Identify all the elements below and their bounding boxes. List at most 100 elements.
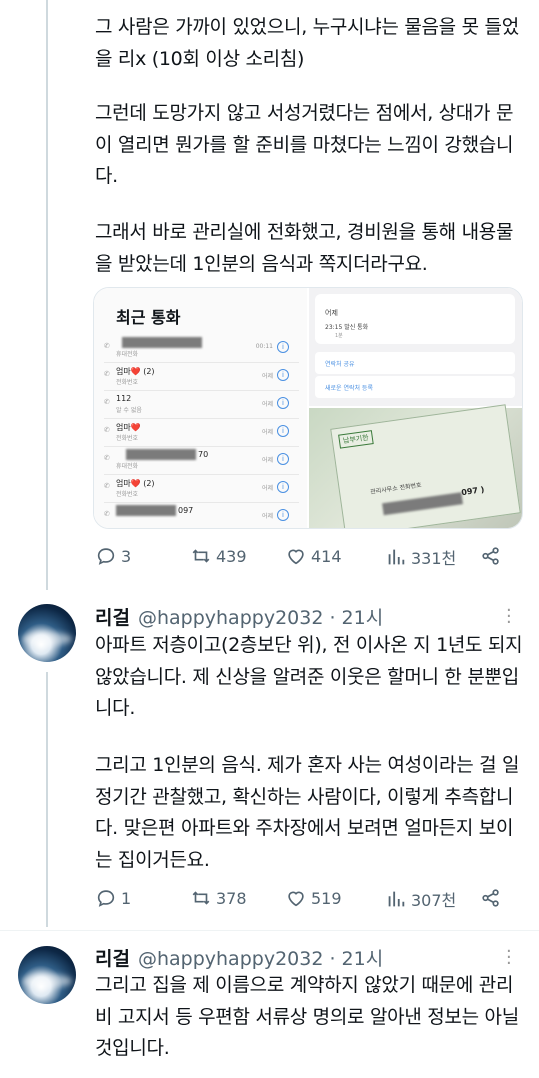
new-contact-label: 새로운 연락처 등록 — [325, 385, 373, 392]
call-subtitle: 휴대전화 — [116, 463, 139, 470]
retweet-count: 378 — [216, 888, 247, 908]
note-photo[interactable]: 납부기한 관리사무소 전화번호 097 ) — [309, 404, 522, 528]
call-row[interactable]: ✆ 70 휴대전화 어제 i — [104, 446, 299, 475]
new-contact-item[interactable]: 새로운 연락처 등록 — [315, 376, 515, 398]
call-subtitle: 알 수 없음 — [116, 407, 142, 414]
more-icon[interactable]: · · · — [506, 943, 512, 973]
like-count: 414 — [311, 546, 342, 566]
share-button[interactable] — [480, 545, 502, 567]
info-icon[interactable]: i — [277, 425, 289, 437]
call-detail-screenshot[interactable]: 어제 23:15 발신 통화 1분 연락처 공유 새로운 연락처 등록 — [309, 288, 522, 406]
reply-icon — [97, 890, 115, 907]
phone-icon: ✆ — [104, 370, 110, 378]
more-icon[interactable]: · · · — [506, 602, 512, 632]
call-subtitle: 전화번호 — [116, 435, 139, 442]
note-number: 097 ) — [460, 485, 485, 498]
note-paper: 납부기한 관리사무소 전화번호 097 ) — [330, 404, 521, 528]
phone-icon: ✆ — [104, 342, 110, 350]
redaction-bar — [116, 505, 176, 516]
call-name: 70 — [198, 450, 209, 459]
call-name: 엄마❤️ (2) — [116, 479, 155, 488]
reply-button[interactable]: 1 — [95, 887, 131, 909]
call-time: 00:11 — [255, 343, 273, 350]
tweet2-actions: 1 378 519 307천 — [95, 887, 505, 917]
call-time: 어제 — [261, 513, 273, 520]
share-button[interactable] — [480, 887, 502, 909]
info-icon[interactable]: i — [277, 453, 289, 465]
recent-calls-screenshot[interactable]: 최근 통화 ✆ 휴대전화 00:11 i ✆ 엄마❤️ (2) 전화번호 어제 i ✆ 112 알 수… — [94, 288, 309, 528]
display-name[interactable]: 리걸 — [95, 607, 130, 629]
tweet1-paragraph-1: 그 사람은 가까이 있었으니, 누구시냐는 물음을 못 들었을 리x (10회 … — [95, 16, 519, 70]
retweet-button[interactable]: 439 — [190, 545, 247, 567]
info-icon[interactable]: i — [277, 509, 289, 521]
call-subtitle: 휴대전화 — [116, 351, 139, 358]
like-button[interactable]: 519 — [285, 887, 342, 909]
share-icon — [482, 547, 499, 565]
views-button[interactable]: 331천 — [385, 545, 456, 569]
thread-line-mid — [46, 672, 48, 927]
phone-icon: ✆ — [104, 482, 110, 490]
avatar[interactable] — [18, 604, 76, 662]
call-time: 어제 — [261, 401, 273, 408]
share-contact-item[interactable]: 연락처 공유 — [315, 352, 515, 374]
reply-icon — [97, 548, 115, 565]
info-icon[interactable]: i — [277, 397, 289, 409]
handle-time[interactable]: @happyhappy2032 · 21시 — [138, 607, 383, 629]
thread-line-top — [46, 0, 48, 590]
views-count: 307천 — [411, 891, 457, 910]
tweet3-header: 리걸 @happyhappy2032 · 21시 — [95, 944, 383, 971]
call-name: 엄마❤️ (2) — [116, 367, 155, 376]
tweet-divider — [0, 930, 539, 931]
reply-count: 1 — [121, 888, 132, 908]
retweet-count: 439 — [216, 546, 247, 566]
call-row[interactable]: ✆ 휴대전화 00:11 i — [104, 334, 299, 363]
detail-time: 23:15 발신 통화 — [325, 324, 369, 331]
reply-count: 3 — [121, 546, 132, 566]
phone-icon: ✆ — [104, 510, 110, 518]
detail-day: 어제 — [325, 309, 338, 317]
display-name[interactable]: 리걸 — [95, 948, 130, 970]
views-icon — [388, 549, 405, 565]
like-count: 519 — [311, 888, 342, 908]
heart-icon — [288, 891, 304, 907]
call-name: 112 — [116, 394, 132, 403]
call-time: 어제 — [261, 485, 273, 492]
handle-time[interactable]: @happyhappy2032 · 21시 — [138, 948, 383, 970]
views-icon — [388, 891, 405, 907]
note-label: 납부기한 — [338, 430, 374, 449]
call-row[interactable]: ✆ 엄마❤️ (2) 전화번호 어제 i — [104, 474, 299, 503]
call-name: 097 — [178, 506, 194, 515]
views-button[interactable]: 307천 — [385, 887, 456, 911]
call-time: 어제 — [261, 373, 273, 380]
retweet-icon — [192, 549, 210, 563]
note-redaction — [382, 492, 463, 516]
info-icon[interactable]: i — [277, 341, 289, 353]
tweet2-header: 리걸 @happyhappy2032 · 21시 — [95, 603, 383, 630]
phone-icon: ✆ — [104, 398, 110, 406]
reply-button[interactable]: 3 — [95, 545, 131, 567]
tweet1-media-grid[interactable]: 최근 통화 ✆ 휴대전화 00:11 i ✆ 엄마❤️ (2) 전화번호 어제 i ✆ 112 알 수… — [93, 287, 523, 529]
like-button[interactable]: 414 — [285, 545, 342, 567]
tweet1-actions: 3 439 414 331천 — [95, 545, 505, 575]
call-time: 어제 — [261, 429, 273, 436]
call-row[interactable]: ✆ 엄마❤️ 전화번호 어제 i — [104, 418, 299, 447]
phone-icon: ✆ — [104, 454, 110, 462]
retweet-button[interactable]: 378 — [190, 887, 247, 909]
redaction-bar — [122, 337, 202, 348]
tweet1-paragraph-3: 그래서 바로 관리실에 전화했고, 경비원을 통해 내용물을 받았는데 1인분의… — [95, 221, 514, 275]
heart-icon — [288, 549, 304, 565]
tweet1-paragraph-2: 그런데 도망가지 않고 서성거렸다는 점에서, 상대가 문이 열리면 뭔가를 할… — [95, 102, 514, 187]
call-row[interactable]: ✆ 엄마❤️ (2) 전화번호 어제 i — [104, 362, 299, 391]
tweet2-paragraph-2: 그리고 1인분의 음식. 제가 혼자 사는 여성이라는 걸 일정기간 관찰했고,… — [95, 754, 520, 871]
tweet3-paragraph-1: 그리고 집을 제 이름으로 계약하지 않았기 때문에 관리비 고지서 등 우편함… — [95, 974, 519, 1059]
recent-calls-title: 최근 통화 — [116, 308, 181, 327]
info-icon[interactable]: i — [277, 369, 289, 381]
call-row[interactable]: ✆ 112 알 수 없음 어제 i — [104, 390, 299, 419]
detail-duration: 1분 — [335, 333, 343, 339]
call-row[interactable]: ✆ 097 어제 i — [104, 502, 299, 528]
call-detail-card: 어제 23:15 발신 통화 1분 — [315, 294, 515, 344]
info-icon[interactable]: i — [277, 481, 289, 493]
call-subtitle: 전화번호 — [116, 379, 139, 386]
avatar[interactable] — [18, 946, 76, 1004]
phone-icon: ✆ — [104, 426, 110, 434]
